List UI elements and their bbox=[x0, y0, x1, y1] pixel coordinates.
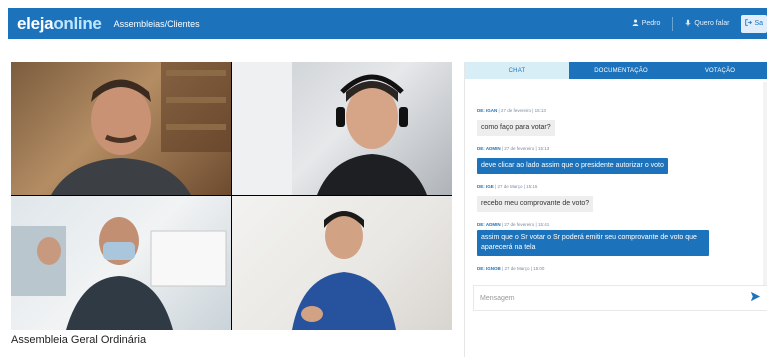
message-time: | 27 de fevereiro | 15:13 bbox=[498, 108, 546, 113]
header-actions: Pedro Quero falar Sa bbox=[632, 8, 767, 39]
exit-icon bbox=[745, 19, 753, 28]
app-page: elejaonline Assembleias/Clientes Pedro Q… bbox=[0, 0, 767, 361]
exit-label: Sa bbox=[754, 20, 763, 27]
tab-voting[interactable]: VOTAÇÃO bbox=[673, 62, 767, 79]
user-menu[interactable]: Pedro bbox=[632, 19, 661, 28]
message-author: DE: IGE bbox=[477, 184, 494, 189]
message-meta: DE: IGE | 27 de Março | 15:15 bbox=[477, 184, 753, 189]
chat-message: DE: IGE | 27 de Março | 15:15 recebo meu… bbox=[477, 184, 753, 212]
video-grid bbox=[11, 62, 452, 330]
message-author: DE: ADMIN bbox=[477, 222, 501, 227]
chat-message: DE: IGNOB | 27 de Março | 15:00 bbox=[477, 266, 753, 271]
logo-left: eleja bbox=[17, 13, 54, 33]
breadcrumb[interactable]: Assembleias/Clientes bbox=[114, 19, 200, 29]
participant-1-video bbox=[51, 62, 231, 195]
participant-4-video bbox=[292, 211, 396, 330]
top-bar: elejaonline Assembleias/Clientes Pedro Q… bbox=[8, 8, 767, 39]
meeting-title: Assembleia Geral Ordinária bbox=[11, 334, 147, 346]
message-meta: DE: ADMIN | 27 de fevereiro | 15:13 bbox=[477, 146, 753, 151]
chat-message: DE: ADMIN | 27 de fevereiro | 15:41 assi… bbox=[477, 222, 753, 256]
tab-chat[interactable]: CHAT bbox=[465, 62, 569, 79]
chat-scrollbar[interactable] bbox=[763, 82, 767, 302]
logo[interactable]: elejaonline bbox=[17, 14, 102, 34]
video-tile-participant-1[interactable] bbox=[11, 62, 231, 195]
video-tile-participant-4[interactable] bbox=[232, 196, 452, 330]
video-tile-participant-3[interactable] bbox=[11, 196, 231, 330]
video-tile-participant-2[interactable] bbox=[232, 62, 452, 195]
message-composer bbox=[473, 285, 767, 311]
message-input[interactable] bbox=[474, 286, 734, 310]
user-icon bbox=[632, 19, 639, 28]
message-meta: DE: IGNOB | 27 de Março | 15:00 bbox=[477, 266, 753, 271]
message-text: assim que o Sr votar o Sr poderá emitir … bbox=[477, 230, 709, 256]
message-author: DE: IGNOB bbox=[477, 266, 501, 271]
message-author: DE: ADMIN bbox=[477, 146, 501, 151]
message-time: | 27 de fevereiro | 15:13 bbox=[501, 146, 550, 151]
participant-3-video bbox=[11, 217, 227, 330]
header-divider bbox=[672, 16, 674, 31]
message-meta: DE: ADMIN | 27 de fevereiro | 15:41 bbox=[477, 222, 753, 227]
panel-tabs: CHAT DOCUMENTAÇÃO VOTAÇÃO bbox=[465, 62, 767, 79]
message-text: deve clicar ao lado assim que o presiden… bbox=[477, 158, 668, 174]
logo-right: online bbox=[53, 13, 102, 33]
speak-label: Quero falar bbox=[694, 20, 730, 27]
message-time: | 27 de Março | 15:00 bbox=[502, 266, 545, 271]
send-icon bbox=[750, 289, 761, 307]
message-time: | 27 de fevereiro | 15:41 bbox=[501, 222, 550, 227]
message-text: como faço para votar? bbox=[477, 120, 555, 136]
participant-2-video bbox=[232, 62, 427, 195]
tab-documentation[interactable]: DOCUMENTAÇÃO bbox=[569, 62, 673, 79]
send-button[interactable] bbox=[746, 289, 764, 307]
chat-message: DE: IGAN | 27 de fevereiro | 15:13 como … bbox=[477, 108, 753, 136]
message-meta: DE: IGAN | 27 de fevereiro | 15:13 bbox=[477, 108, 753, 113]
side-panel: CHAT DOCUMENTAÇÃO VOTAÇÃO DE: IGAN | 27 … bbox=[464, 62, 767, 357]
chat-message: DE: ADMIN | 27 de fevereiro | 15:13 deve… bbox=[477, 146, 753, 174]
message-text: recebo meu comprovante de voto? bbox=[477, 196, 594, 212]
user-name: Pedro bbox=[641, 20, 661, 27]
exit-button[interactable]: Sa bbox=[741, 14, 767, 33]
request-speak-button[interactable]: Quero falar bbox=[685, 19, 729, 29]
message-time: | 27 de Março | 15:15 bbox=[495, 184, 538, 189]
message-author: DE: IGAN bbox=[477, 108, 498, 113]
microphone-icon bbox=[685, 19, 691, 29]
